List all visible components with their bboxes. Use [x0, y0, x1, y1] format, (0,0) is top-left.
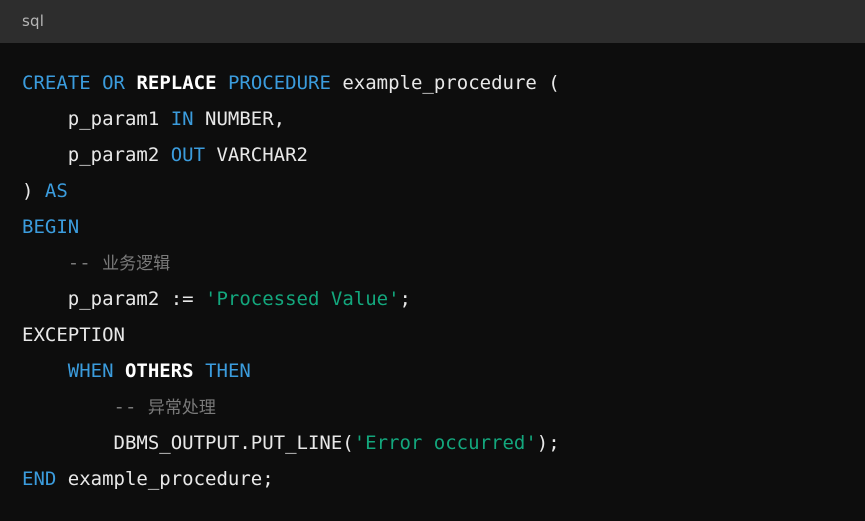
- code-token-plain: DBMS_OUTPUT.PUT_LINE(: [113, 432, 354, 454]
- code-token-plain: p_param2 :=: [67, 288, 206, 310]
- code-content[interactable]: CREATE OR REPLACE PROCEDURE example_proc…: [0, 43, 865, 497]
- code-token-keyword: BEGIN: [22, 216, 80, 238]
- code-token-plain: VARCHAR2: [205, 144, 308, 166]
- code-token-keyword: IN: [170, 108, 194, 130]
- code-token-comment: --: [67, 252, 103, 274]
- code-token-keyword: END: [22, 468, 57, 490]
- code-token-emphasis: OTHERS: [124, 360, 194, 382]
- code-token-keyword: THEN: [205, 360, 251, 382]
- code-line: -- 业务逻辑: [0, 245, 865, 281]
- code-line: END example_procedure;: [0, 461, 865, 497]
- code-token-keyword: CREATE: [22, 72, 91, 94]
- code-line: DBMS_OUTPUT.PUT_LINE('Error occurred');: [0, 425, 865, 461]
- code-token-plain: EXCEPTION: [22, 324, 125, 346]
- code-token-emphasis: REPLACE: [136, 72, 217, 94]
- code-token-plain: example_procedure;: [56, 468, 274, 490]
- code-token-plain: p_param2: [67, 144, 171, 166]
- language-label: sql: [22, 12, 45, 30]
- code-line: -- 异常处理: [0, 389, 865, 425]
- code-line: WHEN OTHERS THEN: [0, 353, 865, 389]
- code-line: p_param1 IN NUMBER,: [0, 101, 865, 137]
- code-token-plain: ;: [399, 288, 411, 310]
- code-token-keyword: OR: [102, 72, 125, 94]
- code-token-plain: example_procedure (: [330, 72, 560, 94]
- code-line: BEGIN: [0, 209, 865, 245]
- code-token-plain: NUMBER,: [193, 108, 286, 130]
- code-block-header: sql: [0, 0, 865, 43]
- code-token-keyword: PROCEDURE: [227, 72, 331, 94]
- code-token-string: 'Processed Value': [205, 288, 400, 310]
- code-token-plain: ): [22, 180, 45, 202]
- code-token-comment-cjk: 异常处理: [147, 398, 216, 418]
- code-line: ) AS: [0, 173, 865, 209]
- code-token-keyword: OUT: [170, 144, 206, 166]
- code-line: p_param2 OUT VARCHAR2: [0, 137, 865, 173]
- code-token-keyword: WHEN: [67, 360, 114, 382]
- code-line: p_param2 := 'Processed Value';: [0, 281, 865, 317]
- code-token-keyword: AS: [44, 180, 68, 202]
- code-token-comment: --: [113, 396, 148, 418]
- code-token-comment-cjk: 业务逻辑: [102, 254, 171, 274]
- code-line: CREATE OR REPLACE PROCEDURE example_proc…: [0, 65, 865, 101]
- code-block-screenshot: sql CREATE OR REPLACE PROCEDURE example_…: [0, 0, 865, 521]
- code-token-string: 'Error occurred': [353, 432, 537, 454]
- code-token-plain: );: [536, 432, 560, 454]
- code-token-plain: p_param1: [67, 108, 171, 130]
- code-line: EXCEPTION: [0, 317, 865, 353]
